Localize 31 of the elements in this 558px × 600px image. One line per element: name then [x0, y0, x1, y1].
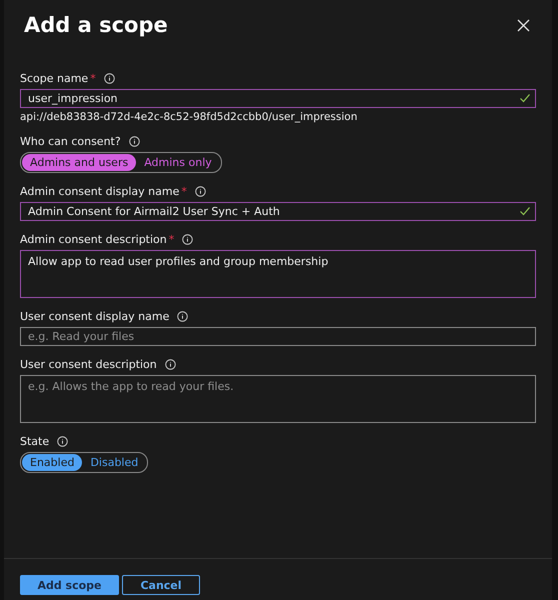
text-area[interactable]: Allow app to read user profiles and group membership: [20, 250, 536, 298]
info-icon[interactable]: [104, 73, 115, 84]
toggle-option[interactable]: Enabled: [22, 454, 82, 471]
text-field[interactable]: Admin Consent for Airmail2 User Sync + Auth: [20, 202, 536, 221]
field-label: State: [20, 435, 50, 448]
field-label: User consent description: [20, 358, 157, 371]
info-icon[interactable]: [128, 136, 140, 147]
toggle-option[interactable]: Admins only: [136, 154, 220, 171]
required-mark: *: [90, 72, 96, 85]
field-label: Who can consent?: [20, 135, 121, 148]
text-field[interactable]: user_impression: [20, 89, 536, 108]
field-label: Admin consent display name: [20, 185, 180, 198]
info-icon[interactable]: [57, 436, 68, 447]
required-mark: *: [181, 185, 187, 198]
text-field[interactable]: e.g. Read your files: [20, 327, 536, 346]
panel-title: Add a scope: [24, 13, 168, 37]
info-icon[interactable]: [182, 234, 194, 245]
toggle-option[interactable]: Disabled: [82, 454, 146, 471]
toggle-option[interactable]: Admins and users: [22, 154, 136, 171]
text-area[interactable]: e.g. Allows the app to read your files.: [20, 375, 536, 423]
close-icon: [517, 18, 530, 32]
required-mark: *: [168, 233, 174, 246]
info-icon[interactable]: [194, 186, 206, 197]
cancel-button[interactable]: Cancel: [122, 575, 200, 595]
field-label: Admin consent description: [20, 233, 167, 246]
info-icon[interactable]: [164, 359, 176, 370]
api-uri-text: api://deb83838-d72d-4e2c-8c52-98fd5d2ccbb0/user_impression: [20, 111, 358, 123]
field-label: User consent display name: [20, 310, 170, 323]
info-icon[interactable]: [177, 311, 188, 322]
field-label: Scope name: [20, 72, 88, 85]
add-button[interactable]: Add scope: [20, 575, 119, 595]
